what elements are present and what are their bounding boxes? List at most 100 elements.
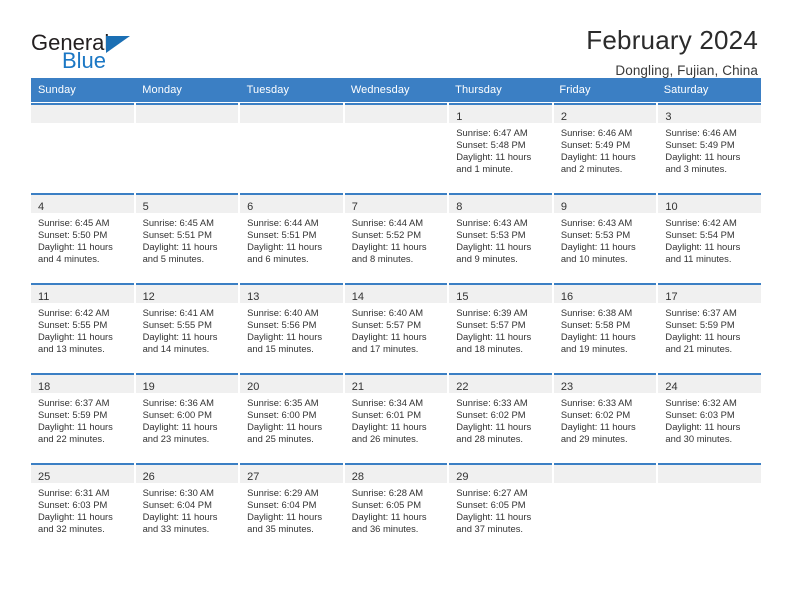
- day-number: 4: [38, 201, 45, 213]
- day-number: 15: [456, 291, 469, 303]
- day-sun-info: Sunrise: 6:45 AM Sunset: 5:50 PM Daylight:…: [31, 213, 134, 265]
- calendar-day-cell[interactable]: 9 Sunrise: 6:43 AM Sunset: 5:53 PM Daylight…: [553, 193, 657, 282]
- day-sun-info: Sunrise: 6:36 AM Sunset: 6:00 PM Daylight:…: [136, 393, 239, 445]
- day-number: 20: [247, 381, 260, 393]
- calendar-day-cell[interactable]: 18 Sunrise: 6:37 AM Sunset: 5:59 PM Dayligh…: [31, 373, 134, 462]
- calendar-day-cell[interactable]: 8 Sunrise: 6:43 AM Sunset: 5:53 PM Daylight…: [449, 193, 552, 282]
- day-number-band: 13: [240, 285, 343, 303]
- calendar-day-cell[interactable]: 14 Sunrise: 6:40 AM Sunset: 5:57 PM Dayligh…: [344, 283, 448, 372]
- day-number-band: 23: [553, 375, 657, 393]
- sunset-time: Sunset: 5:59 PM: [38, 409, 108, 421]
- sunset-time: Sunset: 5:55 PM: [38, 319, 108, 331]
- daylight-duration-line1: Daylight: 11 hours: [38, 421, 113, 433]
- daylight-duration-line1: Daylight: 11 hours: [247, 511, 323, 523]
- daylight-duration-line2: and 9 minutes.: [456, 253, 518, 265]
- calendar-day-cell[interactable]: 15 Sunrise: 6:39 AM Sunset: 5:57 PM Dayligh…: [449, 283, 552, 372]
- calendar-day-cell[interactable]: 2 Sunrise: 6:46 AM Sunset: 5:49 PM Daylight…: [553, 103, 657, 192]
- daylight-duration-line1: Daylight: 11 hours: [38, 241, 113, 253]
- page-header: General Blue February 2024 Dongling, Fuj…: [0, 0, 792, 78]
- calendar-day-cell-empty: [658, 463, 761, 552]
- calendar-day-cell[interactable]: 20 Sunrise: 6:35 AM Sunset: 6:00 PM Dayligh…: [240, 373, 343, 462]
- daylight-duration-line2: and 10 minutes.: [560, 253, 628, 265]
- day-number: 2: [560, 111, 567, 123]
- calendar-day-cell-empty: [31, 103, 134, 192]
- day-sun-info: Sunrise: 6:42 AM Sunset: 5:54 PM Daylight:…: [658, 213, 761, 265]
- sunset-time: Sunset: 6:03 PM: [665, 409, 735, 421]
- weekday-tuesday: Tuesday: [246, 84, 290, 96]
- day-number-band: [658, 465, 761, 483]
- calendar-day-cell[interactable]: 7 Sunrise: 6:44 AM Sunset: 5:52 PM Daylight…: [344, 193, 448, 282]
- calendar-day-cell[interactable]: 27 Sunrise: 6:29 AM Sunset: 6:04 PM Dayligh…: [240, 463, 343, 552]
- calendar-day-cell[interactable]: 13 Sunrise: 6:40 AM Sunset: 5:56 PM Dayligh…: [240, 283, 343, 372]
- calendar-day-cell[interactable]: 25 Sunrise: 6:31 AM Sunset: 6:03 PM Dayligh…: [31, 463, 134, 552]
- day-sun-info: Sunrise: 6:28 AM Sunset: 6:05 PM Daylight:…: [345, 483, 448, 535]
- sunrise-time: Sunrise: 6:40 AM: [351, 307, 424, 318]
- calendar-day-cell[interactable]: 23 Sunrise: 6:33 AM Sunset: 6:02 PM Dayligh…: [553, 373, 657, 462]
- sunrise-time: Sunrise: 6:37 AM: [665, 307, 737, 318]
- general-blue-logo[interactable]: General Blue: [31, 26, 131, 72]
- calendar-day-cell[interactable]: 6 Sunrise: 6:44 AM Sunset: 5:51 PM Daylight…: [240, 193, 343, 282]
- daylight-duration-line1: Daylight: 11 hours: [142, 511, 218, 523]
- daylight-duration-line2: and 11 minutes.: [665, 253, 732, 265]
- daylight-duration-line1: Daylight: 11 hours: [456, 421, 532, 433]
- daylight-duration-line2: and 26 minutes.: [351, 433, 419, 445]
- day-number-band: 5: [135, 195, 239, 213]
- daylight-duration-line1: Daylight: 11 hours: [142, 331, 218, 343]
- sunset-time: Sunset: 6:02 PM: [560, 409, 631, 421]
- sunrise-time: Sunrise: 6:39 AM: [456, 307, 528, 318]
- day-sun-info: Sunrise: 6:39 AM Sunset: 5:57 PM Daylight:…: [449, 303, 552, 355]
- day-number-band: 3: [658, 105, 761, 123]
- sunset-time: Sunset: 5:53 PM: [560, 229, 631, 241]
- calendar-day-cell[interactable]: 22 Sunrise: 6:33 AM Sunset: 6:02 PM Dayligh…: [449, 373, 552, 462]
- calendar-day-cell[interactable]: 11 Sunrise: 6:42 AM Sunset: 5:55 PM Dayligh…: [31, 283, 134, 372]
- calendar-day-cell[interactable]: 29 Sunrise: 6:27 AM Sunset: 6:05 PM Dayligh…: [449, 463, 552, 552]
- calendar-day-cell[interactable]: 17 Sunrise: 6:37 AM Sunset: 5:59 PM Dayligh…: [658, 283, 761, 372]
- calendar-day-cell[interactable]: 3 Sunrise: 6:46 AM Sunset: 5:49 PM Daylight…: [658, 103, 761, 192]
- day-number-band: 25: [31, 465, 134, 483]
- sunrise-time: Sunrise: 6:43 AM: [560, 217, 633, 228]
- sunrise-time: Sunrise: 6:45 AM: [38, 217, 110, 228]
- daylight-duration-line2: and 17 minutes.: [351, 343, 419, 355]
- day-sun-info: Sunrise: 6:45 AM Sunset: 5:51 PM Daylight:…: [136, 213, 239, 265]
- day-number-band: 1: [449, 105, 552, 123]
- day-sun-info: Sunrise: 6:40 AM Sunset: 5:57 PM Daylight:…: [345, 303, 448, 355]
- calendar-day-cell[interactable]: 24 Sunrise: 6:32 AM Sunset: 6:03 PM Dayligh…: [658, 373, 761, 462]
- sunset-time: Sunset: 6:04 PM: [247, 499, 317, 511]
- calendar-day-cell[interactable]: 12 Sunrise: 6:41 AM Sunset: 5:55 PM Dayligh…: [135, 283, 239, 372]
- calendar-day-cell[interactable]: 28 Sunrise: 6:28 AM Sunset: 6:05 PM Dayligh…: [344, 463, 448, 552]
- day-number: 16: [560, 291, 574, 303]
- day-number: 28: [351, 471, 364, 483]
- day-number-band: 9: [553, 195, 657, 213]
- calendar-day-cell[interactable]: 10 Sunrise: 6:42 AM Sunset: 5:54 PM Dayligh…: [658, 193, 761, 282]
- sunset-time: Sunset: 5:53 PM: [456, 229, 526, 241]
- daylight-duration-line2: and 33 minutes.: [142, 523, 210, 535]
- sunrise-time: Sunrise: 6:34 AM: [351, 397, 424, 408]
- calendar-day-cell[interactable]: 26 Sunrise: 6:30 AM Sunset: 6:04 PM Dayligh…: [135, 463, 239, 552]
- day-number-band: [135, 105, 239, 123]
- calendar-day-cell[interactable]: 5 Sunrise: 6:45 AM Sunset: 5:51 PM Daylight…: [135, 193, 239, 282]
- day-number: 23: [560, 381, 574, 393]
- calendar-day-cell[interactable]: 21 Sunrise: 6:34 AM Sunset: 6:01 PM Dayligh…: [344, 373, 448, 462]
- day-number-band: [240, 105, 343, 123]
- calendar-day-cell[interactable]: 4 Sunrise: 6:45 AM Sunset: 5:50 PM Daylight…: [31, 193, 134, 282]
- sunrise-time: Sunrise: 6:30 AM: [142, 487, 214, 498]
- daylight-duration-line2: and 13 minutes.: [38, 343, 105, 355]
- daylight-duration-line1: Daylight: 11 hours: [142, 421, 218, 433]
- daylight-duration-line2: and 21 minutes.: [665, 343, 733, 355]
- calendar-day-cell[interactable]: 1 Sunrise: 6:47 AM Sunset: 5:48 PM Daylight…: [449, 103, 552, 192]
- daylight-duration-line1: Daylight: 11 hours: [247, 241, 323, 253]
- daylight-duration-line2: and 5 minutes.: [142, 253, 205, 265]
- day-number: 7: [351, 201, 358, 213]
- weekday-friday: Friday: [559, 84, 591, 96]
- sunset-time: Sunset: 5:57 PM: [456, 319, 526, 331]
- calendar-page: General Blue February 2024 Dongling, Fuj…: [0, 0, 792, 612]
- day-number: 14: [351, 291, 364, 303]
- day-number-band: 11: [31, 285, 134, 303]
- calendar-day-cell[interactable]: 16 Sunrise: 6:38 AM Sunset: 5:58 PM Dayligh…: [553, 283, 657, 372]
- day-sun-info: Sunrise: 6:35 AM Sunset: 6:00 PM Daylight:…: [240, 393, 343, 445]
- calendar-day-cell[interactable]: 19 Sunrise: 6:36 AM Sunset: 6:00 PM Dayligh…: [135, 373, 239, 462]
- sunset-time: Sunset: 5:54 PM: [665, 229, 735, 241]
- day-number: 24: [665, 381, 678, 393]
- day-number-band: 10: [658, 195, 761, 213]
- calendar-day-cell-empty: [240, 103, 343, 192]
